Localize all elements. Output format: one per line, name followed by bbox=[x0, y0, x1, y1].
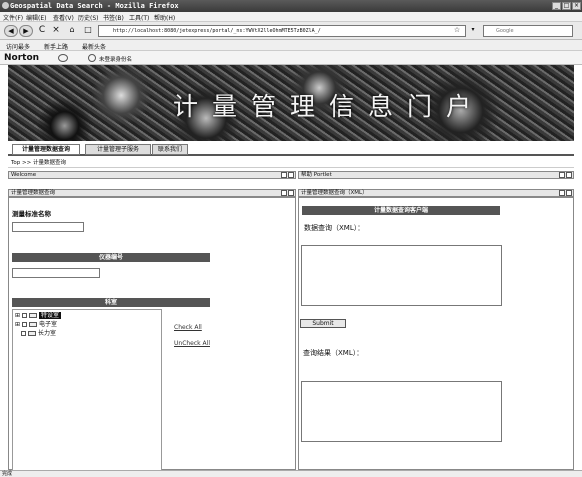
tree-item[interactable]: ⊞ 电子室 bbox=[15, 321, 57, 329]
folder-icon bbox=[28, 331, 36, 336]
tab-contact[interactable]: 联系我们 bbox=[152, 144, 188, 155]
query-textarea[interactable] bbox=[301, 245, 502, 306]
result-label: 查询结果（XML）： bbox=[303, 349, 364, 357]
bookmark-latest-headlines[interactable]: 最新头条 bbox=[82, 42, 106, 51]
menu-history[interactable]: 历史(S) bbox=[78, 13, 99, 22]
reload-icon[interactable]: C bbox=[36, 25, 48, 37]
dropdown-icon[interactable]: ▾ bbox=[467, 25, 479, 37]
tree-item[interactable]: 长力室 bbox=[21, 330, 56, 338]
dept-label: 科室 bbox=[12, 298, 210, 307]
checkbox[interactable] bbox=[21, 322, 27, 327]
window-title: Geospatial Data Search - Mozilla Firefox bbox=[10, 2, 179, 10]
tree-label: 特设室 bbox=[38, 312, 61, 319]
expand-icon[interactable]: ⊞ bbox=[15, 312, 20, 319]
tab-data-query[interactable]: 计量管理数据查询 bbox=[12, 144, 80, 155]
navigation-toolbar: ◀ ▶ C × ⌂ □ http://localhost:8080/jetexp… bbox=[0, 22, 582, 40]
back-button[interactable]: ◀ bbox=[4, 25, 18, 37]
folder-icon bbox=[28, 322, 37, 327]
check-all-link[interactable]: Check All bbox=[174, 324, 202, 331]
norton-login[interactable]: 未登录身份名 bbox=[99, 55, 132, 63]
query-label: 数据查询（XML）： bbox=[304, 224, 365, 232]
breadcrumb: Top >> 计量数据查询 bbox=[8, 158, 574, 168]
result-textarea[interactable] bbox=[301, 381, 502, 442]
menu-bookmarks[interactable]: 书签(B) bbox=[103, 13, 124, 22]
instrument-input[interactable] bbox=[12, 268, 100, 278]
right-portlet-title: 计量管理数据查询（XML） bbox=[301, 190, 368, 196]
norton-logo[interactable]: Norton bbox=[4, 53, 39, 63]
window-title-bar: Geospatial Data Search - Mozilla Firefox… bbox=[0, 0, 582, 12]
minimize-portlet-button[interactable] bbox=[281, 172, 287, 178]
tab-sub-service[interactable]: 计量管理子服务 bbox=[85, 144, 151, 155]
expand-icon[interactable]: ⊞ bbox=[15, 321, 20, 328]
url-input[interactable]: http://localhost:8080/jetexpress/portal/… bbox=[98, 25, 466, 37]
checkbox[interactable] bbox=[21, 313, 27, 318]
maximize-button[interactable]: □ bbox=[562, 2, 571, 10]
folder-icon bbox=[28, 313, 37, 318]
right-portlet-header: 计量管理数据查询（XML） bbox=[298, 189, 574, 197]
client-header: 计量数据查询客户端 bbox=[302, 206, 500, 215]
tree-label: 长力室 bbox=[38, 330, 57, 337]
close-button[interactable]: × bbox=[572, 2, 581, 10]
helper-portlet-title: 帮助 Portlet bbox=[301, 172, 332, 178]
bookmark-getting-started[interactable]: 新手上路 bbox=[44, 42, 68, 51]
bookmarks-toolbar: 访问最多 新手上路 最新头条 bbox=[0, 40, 582, 51]
menu-edit[interactable]: 编辑(E) bbox=[26, 13, 46, 22]
menu-view[interactable]: 查看(V) bbox=[53, 13, 74, 22]
welcome-portlet-header: Welcome bbox=[8, 171, 296, 179]
tree-item[interactable]: ⊞ 特设室 bbox=[15, 312, 61, 320]
menu-tools[interactable]: 工具(T) bbox=[129, 13, 149, 22]
dept-tree: ⊞ 特设室 ⊞ 电子室 长力室 bbox=[12, 309, 162, 471]
norton-toolbar: Norton 未登录身份名 bbox=[0, 51, 582, 65]
bookmark-most-visited[interactable]: 访问最多 bbox=[6, 42, 30, 51]
minimize-button[interactable]: _ bbox=[552, 2, 561, 10]
close-portlet-button[interactable] bbox=[566, 190, 572, 196]
checkbox[interactable] bbox=[21, 331, 26, 336]
std-name-label: 测量标准名称 bbox=[12, 210, 51, 218]
instrument-label: 仪器编号 bbox=[12, 253, 210, 262]
portal-banner: 计量管理信息门户 bbox=[8, 65, 574, 141]
minimize-portlet-button[interactable] bbox=[559, 190, 565, 196]
search-input[interactable]: Google bbox=[483, 25, 573, 37]
std-name-input[interactable] bbox=[12, 222, 84, 232]
welcome-portlet-title: Welcome bbox=[11, 172, 37, 178]
uncheck-all-link[interactable]: UnCheck All bbox=[174, 340, 210, 347]
identity-icon bbox=[88, 54, 96, 62]
tree-label: 电子室 bbox=[38, 321, 57, 328]
minimize-portlet-button[interactable] bbox=[281, 190, 287, 196]
banner-title: 计量管理信息门户 bbox=[173, 92, 486, 121]
firefox-icon bbox=[2, 2, 9, 9]
menu-help[interactable]: 帮助(H) bbox=[154, 13, 175, 22]
close-portlet-button[interactable] bbox=[566, 172, 572, 178]
menu-file[interactable]: 文件(F) bbox=[3, 13, 23, 22]
left-portlet-title: 计量管理数据查询 bbox=[11, 190, 56, 196]
menu-bar: 文件(F) 编辑(E) 查看(V) 历史(S) 书签(B) 工具(T) 帮助(H… bbox=[0, 12, 582, 22]
left-portlet-header: 计量管理数据查询 bbox=[8, 189, 296, 197]
portal-tabs: 计量管理数据查询 计量管理子服务 联系我们 bbox=[8, 143, 574, 156]
page-icon: □ bbox=[84, 25, 92, 34]
norton-check-icon[interactable] bbox=[58, 54, 68, 62]
home-icon[interactable]: ⌂ bbox=[66, 25, 78, 37]
submit-button[interactable]: Submit bbox=[300, 319, 346, 328]
close-portlet-button[interactable] bbox=[288, 190, 294, 196]
helper-portlet-header: 帮助 Portlet bbox=[298, 171, 574, 179]
close-portlet-button[interactable] bbox=[288, 172, 294, 178]
stop-icon[interactable]: × bbox=[50, 25, 62, 37]
minimize-portlet-button[interactable] bbox=[559, 172, 565, 178]
star-icon[interactable]: ☆ bbox=[452, 25, 462, 37]
status-bar: 完成 bbox=[0, 470, 582, 477]
forward-button[interactable]: ▶ bbox=[19, 25, 33, 37]
